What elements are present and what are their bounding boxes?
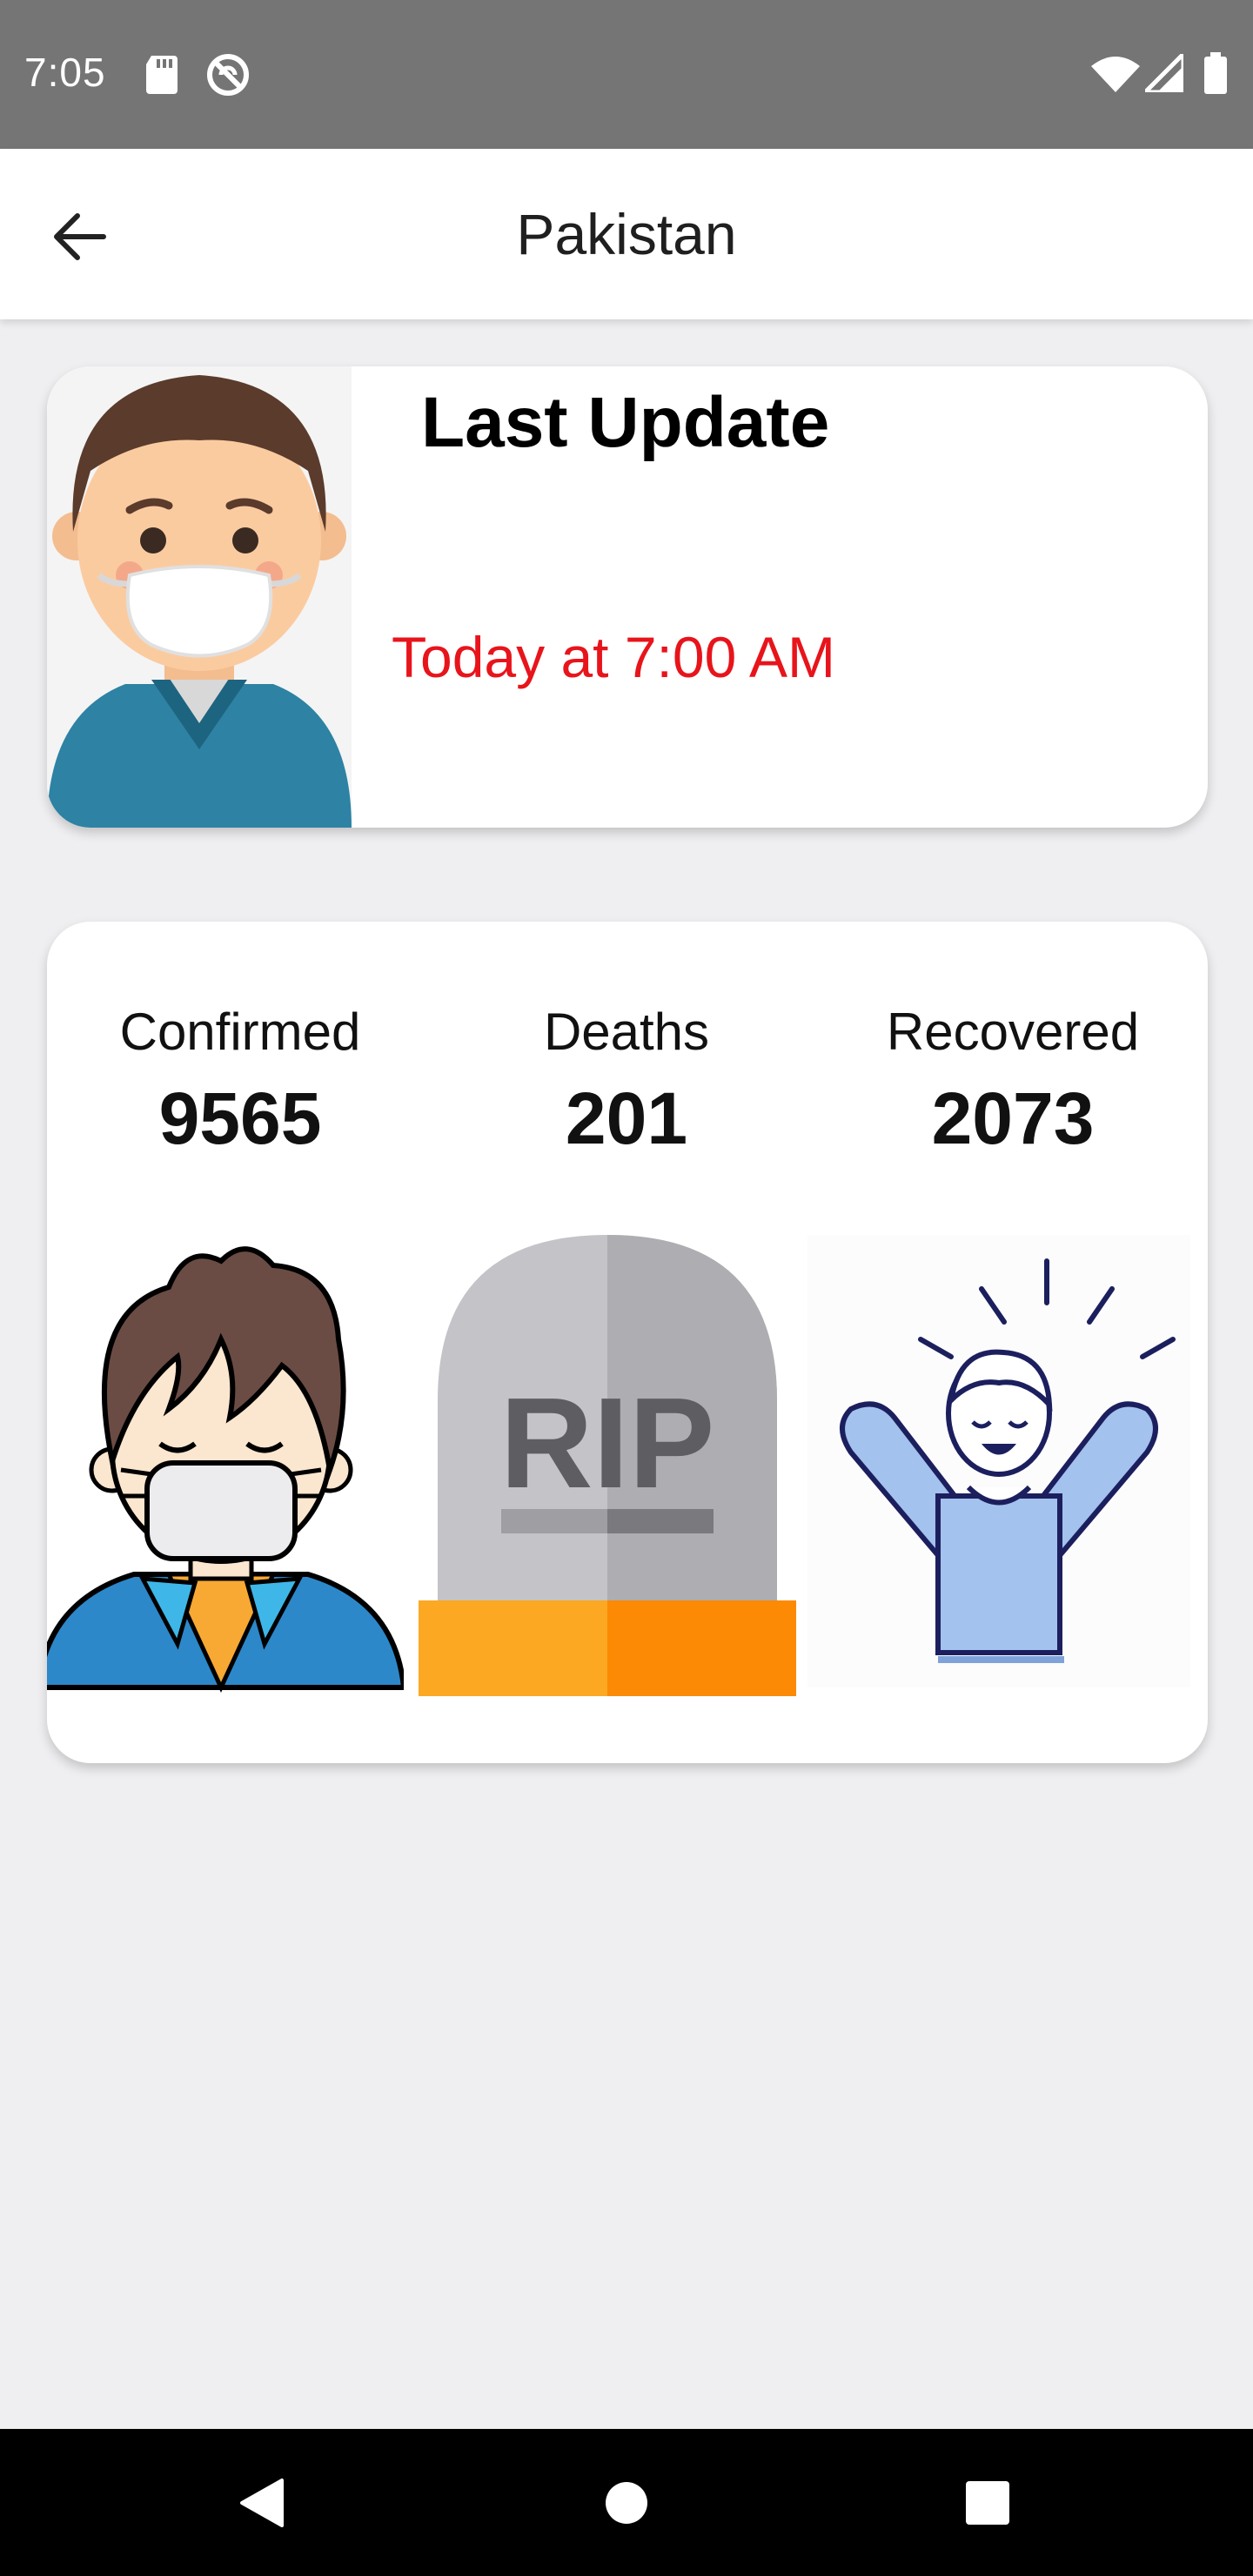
stat-value: 9565 (158, 1077, 322, 1159)
last-update-card: Last Update Today at 7:00 AM (47, 366, 1208, 828)
masked-person-illustration (47, 1246, 404, 1693)
stat-label: Confirmed (119, 1003, 361, 1061)
wifi-icon (1091, 57, 1140, 92)
system-navigation-bar (0, 2429, 1253, 2576)
masked-man-illustration (47, 366, 352, 828)
back-button[interactable] (40, 198, 118, 276)
nav-home-button[interactable] (587, 2464, 666, 2542)
battery-icon (1204, 52, 1227, 94)
arrow-left-icon (54, 213, 106, 260)
status-time: 7:05 (24, 50, 106, 95)
nav-back-button[interactable] (223, 2464, 301, 2542)
tombstone-text: RIP (500, 1372, 715, 1515)
stat-value: 2073 (931, 1077, 1095, 1159)
stats-card: Confirmed 9565 Deaths 201 Recovered 2073 (47, 922, 1208, 1763)
stat-label: Recovered (886, 1003, 1140, 1061)
rip-tombstone-illustration: RIP (419, 1235, 796, 1696)
last-update-time: Today at 7:00 AM (392, 625, 835, 689)
stat-label: Deaths (543, 1003, 710, 1061)
recents-square-icon (966, 2481, 1009, 2525)
last-update-heading: Last Update (421, 383, 830, 462)
status-bar: 7:05 (0, 0, 1253, 149)
back-triangle-icon (240, 2479, 284, 2527)
stat-value: 201 (565, 1077, 688, 1159)
sd-card-icon (146, 56, 178, 94)
cheering-person-illustration (807, 1235, 1190, 1687)
nav-recents-button[interactable] (948, 2464, 1027, 2542)
cellular-signal-icon (1145, 54, 1183, 92)
app-bar: Pakistan (0, 149, 1253, 319)
page-title: Pakistan (516, 202, 737, 266)
do-not-disturb-icon (207, 54, 249, 96)
home-circle-icon (606, 2482, 647, 2524)
